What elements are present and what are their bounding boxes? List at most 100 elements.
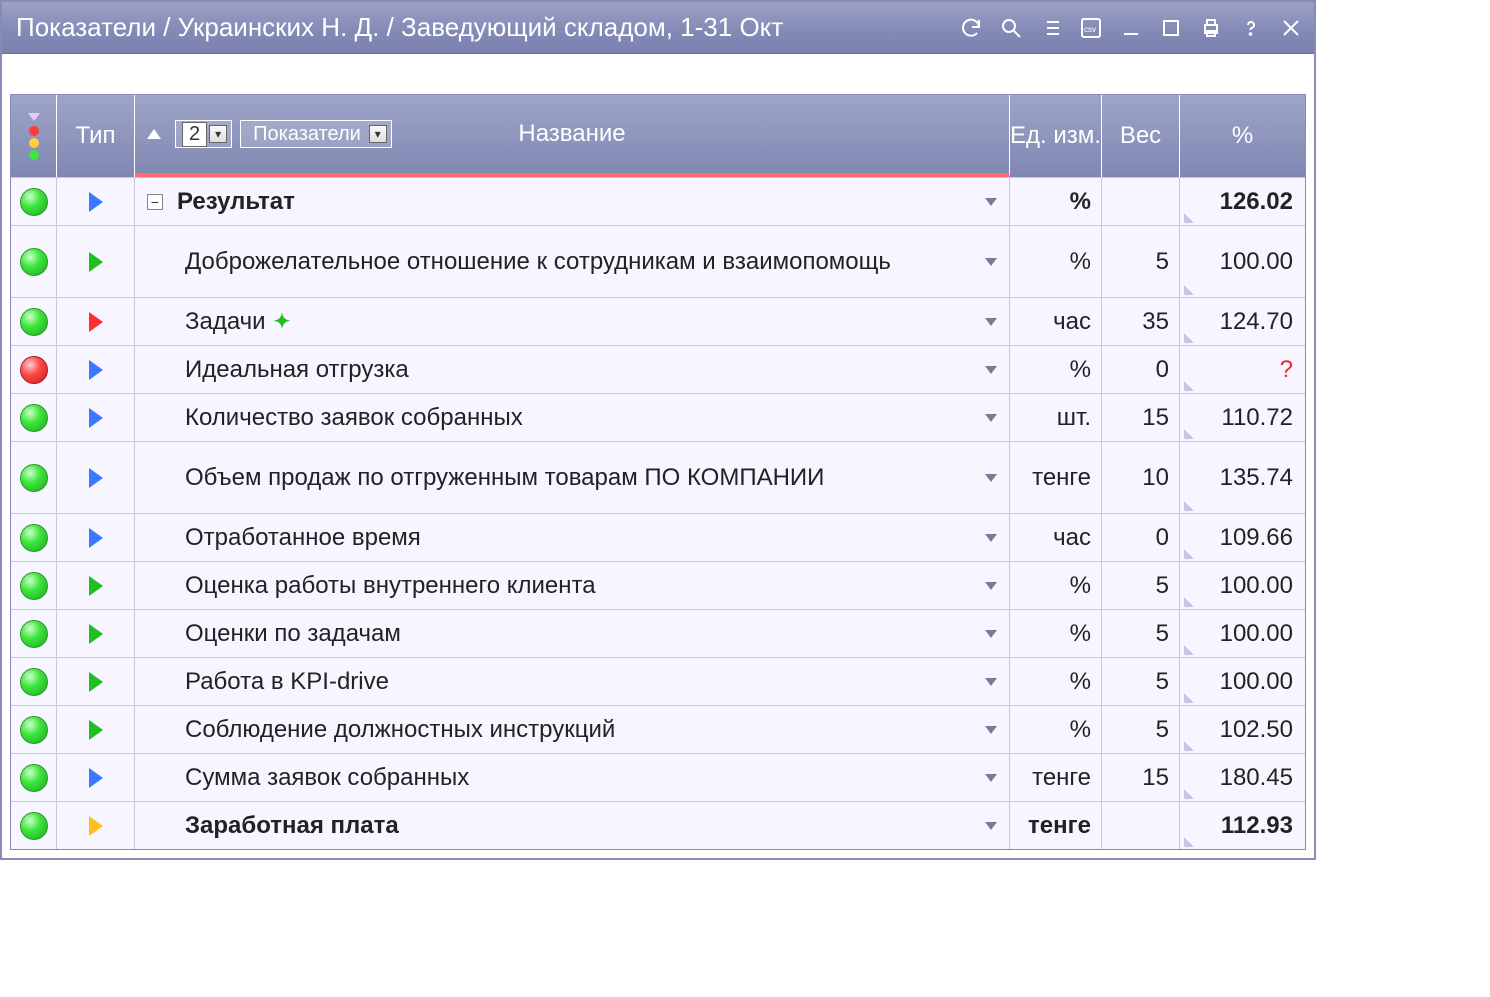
search-icon[interactable] bbox=[996, 13, 1026, 43]
unit-cell: % bbox=[1010, 562, 1102, 609]
type-cell bbox=[57, 706, 135, 753]
name-cell[interactable]: Задачи✦ bbox=[135, 298, 1010, 345]
help-icon[interactable] bbox=[1236, 13, 1266, 43]
row-menu-icon[interactable] bbox=[985, 678, 997, 686]
row-menu-icon[interactable] bbox=[985, 726, 997, 734]
table-row[interactable]: Задачи✦час35124.70 bbox=[11, 297, 1305, 345]
sort-asc-icon[interactable] bbox=[147, 129, 161, 139]
header-unit[interactable]: Ед. изм. bbox=[1010, 95, 1102, 177]
row-menu-icon[interactable] bbox=[985, 474, 997, 482]
header-percent[interactable]: % bbox=[1180, 95, 1305, 177]
chevron-down-icon: ▾ bbox=[369, 125, 387, 143]
table-row[interactable]: Отработанное времячас0109.66 bbox=[11, 513, 1305, 561]
weight-cell: 5 bbox=[1102, 226, 1180, 297]
row-menu-icon[interactable] bbox=[985, 582, 997, 590]
weight-cell: 15 bbox=[1102, 394, 1180, 441]
refresh-icon[interactable] bbox=[956, 13, 986, 43]
view-dropdown[interactable]: Показатели ▾ bbox=[240, 120, 392, 148]
weight-cell: 5 bbox=[1102, 562, 1180, 609]
type-green-icon bbox=[89, 624, 103, 644]
row-menu-icon[interactable] bbox=[985, 822, 997, 830]
name-cell[interactable]: Работа в KPI-drive bbox=[135, 658, 1010, 705]
row-menu-icon[interactable] bbox=[985, 414, 997, 422]
row-menu-icon[interactable] bbox=[985, 774, 997, 782]
percent-cell: 110.72 bbox=[1180, 394, 1305, 441]
type-cell bbox=[57, 346, 135, 393]
row-menu-icon[interactable] bbox=[985, 198, 997, 206]
maximize-icon[interactable] bbox=[1156, 13, 1186, 43]
weight-cell: 5 bbox=[1102, 658, 1180, 705]
chevron-down-icon bbox=[28, 113, 40, 121]
view-label: Показатели bbox=[247, 123, 367, 146]
table-row[interactable]: Соблюдение должностных инструкций%5102.5… bbox=[11, 705, 1305, 753]
header-status[interactable] bbox=[11, 95, 57, 177]
table-row[interactable]: Оценка работы внутреннего клиента%5100.0… bbox=[11, 561, 1305, 609]
status-cell bbox=[11, 562, 57, 609]
status-green-icon bbox=[20, 188, 48, 216]
row-menu-icon[interactable] bbox=[985, 258, 997, 266]
app-window: Показатели / Украинских Н. Д. / Заведующ… bbox=[0, 0, 1316, 860]
name-cell[interactable]: Объем продаж по отгруженным товарам ПО К… bbox=[135, 442, 1010, 513]
list-icon[interactable] bbox=[1036, 13, 1066, 43]
type-cell bbox=[57, 394, 135, 441]
status-cell bbox=[11, 658, 57, 705]
row-menu-icon[interactable] bbox=[985, 630, 997, 638]
table-row[interactable]: −Результат%126.02 bbox=[11, 177, 1305, 225]
table-row[interactable]: Заработная плататенге112.93 bbox=[11, 801, 1305, 849]
header-type[interactable]: Тип bbox=[57, 95, 135, 177]
type-cell bbox=[57, 562, 135, 609]
percent-cell: 100.00 bbox=[1180, 562, 1305, 609]
percent-cell: 100.00 bbox=[1180, 658, 1305, 705]
grid-header: Тип 2 ▾ Показатели ▾ Название Ед. и bbox=[11, 95, 1305, 177]
row-menu-icon[interactable] bbox=[985, 366, 997, 374]
name-cell[interactable]: Идеальная отгрузка bbox=[135, 346, 1010, 393]
table-row[interactable]: Работа в KPI-drive%5100.00 bbox=[11, 657, 1305, 705]
type-blue-icon bbox=[89, 192, 103, 212]
percent-cell: 102.50 bbox=[1180, 706, 1305, 753]
collapse-icon[interactable]: − bbox=[147, 194, 163, 210]
name-cell[interactable]: Отработанное время bbox=[135, 514, 1010, 561]
weight-cell: 15 bbox=[1102, 754, 1180, 801]
name-cell[interactable]: Доброжелательное отношение к сотрудникам… bbox=[135, 226, 1010, 297]
name-cell[interactable]: −Результат bbox=[135, 178, 1010, 225]
unit-cell: % bbox=[1010, 706, 1102, 753]
table-row[interactable]: Оценки по задачам%5100.00 bbox=[11, 609, 1305, 657]
table-row[interactable]: Идеальная отгрузка%0? bbox=[11, 345, 1305, 393]
name-cell[interactable]: Оценка работы внутреннего клиента bbox=[135, 562, 1010, 609]
row-menu-icon[interactable] bbox=[985, 318, 997, 326]
status-cell bbox=[11, 754, 57, 801]
percent-cell: 112.93 bbox=[1180, 802, 1305, 849]
type-yellow-icon bbox=[89, 816, 103, 836]
row-name: Работа в KPI-drive bbox=[185, 667, 389, 697]
print-icon[interactable] bbox=[1196, 13, 1226, 43]
percent-cell: 100.00 bbox=[1180, 610, 1305, 657]
row-menu-icon[interactable] bbox=[985, 534, 997, 542]
table-row[interactable]: Объем продаж по отгруженным товарам ПО К… bbox=[11, 441, 1305, 513]
percent-cell: 124.70 bbox=[1180, 298, 1305, 345]
row-name: Результат bbox=[177, 187, 295, 217]
level-dropdown[interactable]: 2 ▾ bbox=[175, 120, 232, 148]
unit-cell: час bbox=[1010, 298, 1102, 345]
corner-tag-icon bbox=[1184, 501, 1194, 511]
header-weight[interactable]: Вес bbox=[1102, 95, 1180, 177]
type-blue-icon bbox=[89, 468, 103, 488]
type-cell bbox=[57, 178, 135, 225]
corner-tag-icon bbox=[1184, 693, 1194, 703]
csv-export-icon[interactable]: csv bbox=[1076, 13, 1106, 43]
name-cell[interactable]: Сумма заявок собранных bbox=[135, 754, 1010, 801]
percent-cell: 109.66 bbox=[1180, 514, 1305, 561]
table-row[interactable]: Доброжелательное отношение к сотрудникам… bbox=[11, 225, 1305, 297]
weight-cell: 0 bbox=[1102, 346, 1180, 393]
plus-badge-icon: ✦ bbox=[274, 309, 291, 334]
close-icon[interactable] bbox=[1276, 13, 1306, 43]
table-row[interactable]: Количество заявок собранныхшт.15110.72 bbox=[11, 393, 1305, 441]
corner-tag-icon bbox=[1184, 741, 1194, 751]
name-cell[interactable]: Количество заявок собранных bbox=[135, 394, 1010, 441]
name-cell[interactable]: Заработная плата bbox=[135, 802, 1010, 849]
row-name: Соблюдение должностных инструкций bbox=[185, 715, 615, 745]
name-cell[interactable]: Соблюдение должностных инструкций bbox=[135, 706, 1010, 753]
name-cell[interactable]: Оценки по задачам bbox=[135, 610, 1010, 657]
minimize-icon[interactable] bbox=[1116, 13, 1146, 43]
row-name: Количество заявок собранных bbox=[185, 403, 523, 433]
table-row[interactable]: Сумма заявок собранныхтенге15180.45 bbox=[11, 753, 1305, 801]
